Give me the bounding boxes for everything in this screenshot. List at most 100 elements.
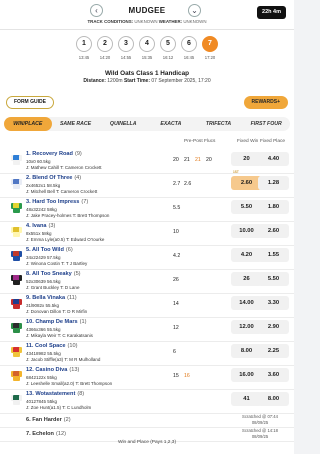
fixed-win-header: Fixed Win bbox=[237, 139, 259, 144]
runner-name[interactable]: 4. Ivana (3) bbox=[26, 223, 55, 229]
jockey-silks-icon bbox=[11, 394, 22, 407]
scratched-time: Scratched @ 07:44 bbox=[242, 414, 278, 419]
race-card-page: ‹ MUDGEE ⌄ TRACK CONDITIONS: UNKNOWN WEA… bbox=[0, 0, 294, 454]
weather-label: WEATHER: bbox=[158, 19, 183, 24]
jockey-silks-icon bbox=[11, 178, 22, 191]
tab-win-place[interactable]: WIN/PLACE bbox=[4, 117, 52, 131]
track-conditions: TRACK CONDITIONS: UNKNOWN WEATHER: UNKNO… bbox=[0, 19, 294, 24]
venue-dropdown-button[interactable]: ⌄ bbox=[188, 4, 201, 17]
runner-name-text: 9. Bella Vinaka bbox=[26, 295, 66, 301]
runner-name[interactable]: 5. All Too Wild (6) bbox=[26, 247, 73, 253]
runner-row: 9. Bella Vinaka (11) 31l9082x 55.5kg J: Don… bbox=[0, 294, 294, 318]
bet-type-tabs: WIN/PLACE SAME RACE QUINELLA EXACTA TRIFECTA… bbox=[4, 117, 290, 131]
runner-name[interactable]: 8. All Too Sneaky (5) bbox=[26, 271, 81, 277]
runner-row: 1. Recovery Road (9) 10x0 60.5kg J: Mathew … bbox=[0, 150, 294, 174]
runner-form-weight: 2x4652x1 58.5kg bbox=[26, 182, 61, 188]
runner-name[interactable]: 9. Bella Vinaka (11) bbox=[26, 295, 77, 301]
runner-form-weight: 40127845 55kg bbox=[26, 398, 58, 404]
fixed-place-odds[interactable]: 2.60 bbox=[258, 224, 289, 238]
race-6-button[interactable]: 6 16:45 bbox=[181, 36, 197, 60]
runner-barrier: (9) bbox=[74, 151, 82, 157]
fixed-place-odds[interactable]: 2.25 bbox=[258, 344, 289, 358]
fixed-place-odds[interactable]: 8.00 bbox=[258, 392, 289, 406]
runner-row: 4. Ivana (3) 8x551x 58kg J: Emma Lyle(a0.5)… bbox=[0, 222, 294, 246]
runner-row: 10. Champ De Mars (1) 4366x366 55.5kg J: Mi… bbox=[0, 318, 294, 342]
runner-row: 5. All Too Wild (6) 34x22429 57.5kg J: Wino… bbox=[0, 246, 294, 270]
race-5-button[interactable]: 5 16:12 bbox=[160, 36, 176, 60]
fluc-value: 20 bbox=[173, 157, 179, 163]
form-guide-button[interactable]: FORM GUIDE bbox=[6, 96, 54, 109]
runner-form-weight: 43418982 55.5kg bbox=[26, 350, 61, 356]
runner-row: 12. Casino Diva (13) 6842122x 55kg J: Leesh… bbox=[0, 366, 294, 390]
jockey-silks-icon bbox=[11, 274, 22, 287]
fluc-value: 12 bbox=[173, 325, 179, 331]
runner-row: 8. All Too Sneaky (5) 52x30639 56.5kg J: Gr… bbox=[0, 270, 294, 294]
runner-name-text: 6. Fan Harder bbox=[26, 417, 62, 423]
race-number: 6 bbox=[181, 36, 197, 52]
distance-value: 1200m bbox=[107, 78, 123, 84]
fluc-value: 10 bbox=[173, 229, 179, 235]
race-time: 13:45 bbox=[78, 55, 90, 60]
runner-name[interactable]: 1. Recovery Road (9) bbox=[26, 151, 82, 157]
runner-jockey-trainer: J: Emma Lyle(a0.5) T: Edward O'rourke bbox=[26, 236, 105, 242]
runner-name[interactable]: 10. Champ De Mars (1) bbox=[26, 319, 86, 325]
fluc-value: 6 bbox=[173, 349, 176, 355]
runner-jockey-trainer: J: Jacob Stiffle(a3) T: M R Mulholland bbox=[26, 356, 101, 362]
race-2-button[interactable]: 2 14:20 bbox=[97, 36, 113, 60]
runner-jockey-trainer: J: Zoe Hunt(a1.5) T: C Lundholm bbox=[26, 404, 92, 410]
tab-quinella[interactable]: QUINELLA bbox=[99, 117, 147, 131]
fixed-place-odds[interactable]: 3.30 bbox=[258, 296, 289, 310]
fluc-value: 15 bbox=[173, 373, 179, 379]
runner-form-weight: 34x22429 57.5kg bbox=[26, 254, 61, 260]
runner-name-text: 8. All Too Sneaky bbox=[26, 271, 72, 277]
race-1-button[interactable]: 1 13:45 bbox=[76, 36, 92, 60]
jockey-silks-icon bbox=[11, 298, 22, 311]
runner-barrier: (8) bbox=[77, 391, 85, 397]
fixed-place-odds[interactable]: 1.28 bbox=[258, 176, 289, 190]
jockey-silks-icon bbox=[11, 370, 22, 383]
race-time: 14:20 bbox=[99, 55, 111, 60]
runner-name[interactable]: 7. Echelon (12) bbox=[26, 431, 66, 437]
race-3-button[interactable]: 3 14:55 bbox=[118, 36, 134, 60]
scratched-date: 08/09/25 bbox=[251, 433, 269, 439]
runner-name[interactable]: 6. Fan Harder (2) bbox=[26, 417, 71, 423]
runner-row: 6. Fan Harder (2) Scratched @ 07:44 08/09/2… bbox=[0, 414, 294, 428]
fluc-value: 4.2 bbox=[173, 253, 181, 259]
tab-trifecta[interactable]: TRIFECTA bbox=[195, 117, 243, 131]
runner-row: 11. Cool Space (10) 43418982 55.5kg J: Jaco… bbox=[0, 342, 294, 366]
fluc-value: 2.6 bbox=[184, 181, 192, 187]
race-time: 16:12 bbox=[162, 55, 174, 60]
runner-name[interactable]: 2. Blend Of Three (4) bbox=[26, 175, 81, 181]
fixed-place-odds[interactable]: 2.90 bbox=[258, 320, 289, 334]
fixed-place-odds[interactable]: 4.40 bbox=[258, 152, 289, 166]
runner-barrier: (1) bbox=[79, 319, 87, 325]
runner-jockey-trainer: J: Grant Buckley T: D Lane bbox=[26, 284, 80, 290]
tab-first-four[interactable]: FIRST FOUR bbox=[242, 117, 290, 131]
rewards-button[interactable]: REWARDS+ bbox=[243, 96, 288, 109]
fixed-place-odds[interactable]: 3.60 bbox=[258, 368, 289, 382]
runner-name[interactable]: 11. Cool Space (10) bbox=[26, 343, 77, 349]
runner-name-text: 12. Casino Diva bbox=[26, 367, 68, 373]
race-7-button[interactable]: 7 17:20 bbox=[202, 36, 218, 60]
race-time: 15:35 bbox=[141, 55, 153, 60]
runner-barrier: (4) bbox=[74, 175, 82, 181]
fluc-value: 2.7 bbox=[173, 181, 181, 187]
tab-exacta[interactable]: EXACTA bbox=[147, 117, 195, 131]
race-number: 7 bbox=[202, 36, 218, 52]
runner-name[interactable]: 3. Hard Too Impress (7) bbox=[26, 199, 88, 205]
runner-jockey-trainer: J: Mitchell Bell T: Cameron Crockett bbox=[26, 188, 98, 194]
runner-row: 13. Wotastatement (8) 40127845 55kg J: Zoe … bbox=[0, 390, 294, 414]
runner-name-text: 2. Blend Of Three bbox=[26, 175, 73, 181]
runner-name[interactable]: 13. Wotastatement (8) bbox=[26, 391, 84, 397]
start-time-value: 07 September 2025, 17:20 bbox=[151, 78, 211, 84]
fixed-place-odds[interactable]: 5.50 bbox=[258, 272, 289, 286]
runner-name[interactable]: 12. Casino Diva (13) bbox=[26, 367, 79, 373]
conditions-value: UNKNOWN bbox=[134, 19, 158, 24]
tab-same-race[interactable]: SAME RACE bbox=[52, 117, 100, 131]
runner-form-weight: 8x551x 58kg bbox=[26, 230, 52, 236]
race-4-button[interactable]: 4 15:35 bbox=[139, 36, 155, 60]
race-number: 3 bbox=[118, 36, 134, 52]
fixed-place-odds[interactable]: 1.80 bbox=[258, 200, 289, 214]
fixed-place-odds[interactable]: 1.55 bbox=[258, 248, 289, 262]
runner-jockey-trainer: J: Winona Costin T: T J Bartley bbox=[26, 260, 88, 266]
